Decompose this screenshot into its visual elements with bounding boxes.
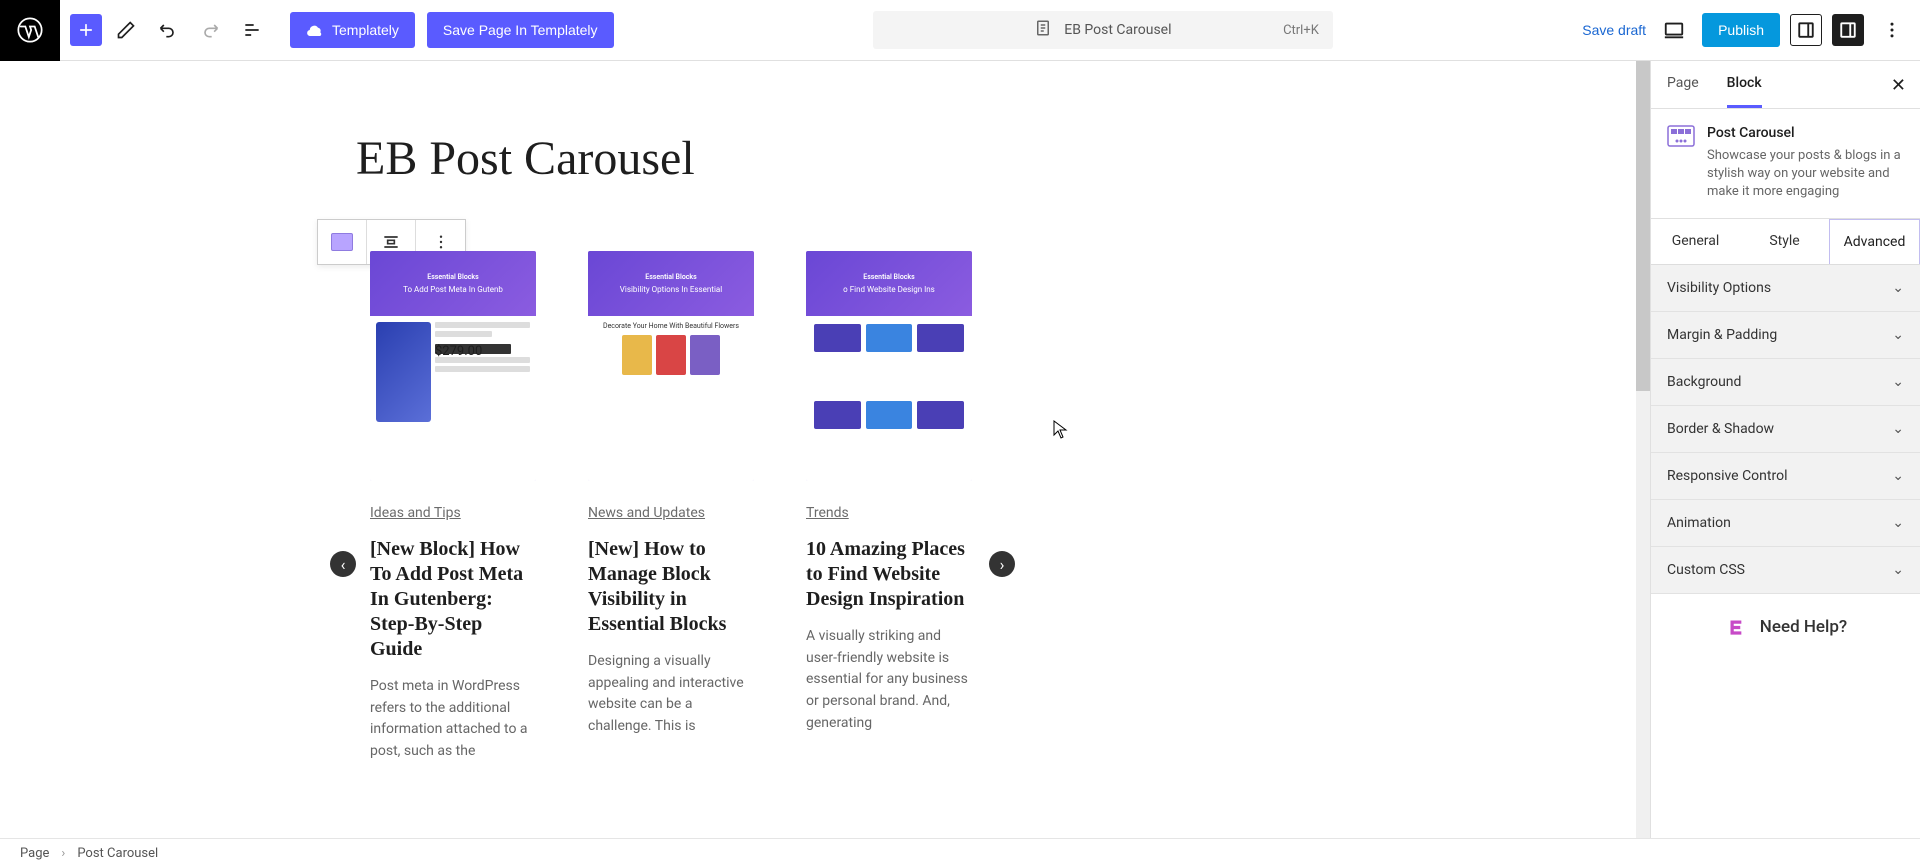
carousel-card: Essential BlocksTo Add Post Meta In Gute… — [370, 251, 536, 763]
card-category-link[interactable]: Ideas and Tips — [370, 505, 461, 521]
add-block-button[interactable] — [70, 14, 102, 46]
carousel-prev-button[interactable]: ‹ — [330, 551, 356, 577]
chevron-down-icon: ⌄ — [1892, 562, 1904, 578]
sidebar-tab-page[interactable]: Page — [1667, 61, 1699, 108]
breadcrumb: Page › Post Carousel — [0, 838, 1920, 868]
more-options-button[interactable] — [1874, 12, 1910, 48]
block-info: Post Carousel Showcase your posts & blog… — [1651, 109, 1920, 219]
templately-button[interactable]: Templately — [290, 12, 415, 48]
undo-button[interactable] — [150, 12, 186, 48]
card-category-link[interactable]: News and Updates — [588, 505, 705, 521]
subtab-advanced[interactable]: Advanced — [1829, 219, 1920, 264]
block-settings-subtabs: General Style Advanced — [1651, 219, 1920, 265]
chevron-down-icon: ⌄ — [1892, 468, 1904, 484]
carousel-next-button[interactable]: › — [989, 551, 1015, 577]
cloud-icon — [306, 21, 324, 39]
card-title: 10 Amazing Places to Find Website Design… — [806, 537, 972, 612]
sidebar-close-button[interactable]: ✕ — [1891, 75, 1906, 96]
page-title[interactable]: EB Post Carousel — [356, 131, 1610, 186]
card-excerpt: Designing a visually appealing and inter… — [588, 651, 754, 738]
card-excerpt: Post meta in WordPress refers to the add… — [370, 676, 536, 763]
save-draft-button[interactable]: Save draft — [1582, 22, 1646, 38]
eb-panel-button[interactable] — [1790, 14, 1822, 46]
card-thumbnail: Essential BlocksTo Add Post Meta In Gute… — [370, 251, 536, 481]
canvas-scrollbar[interactable] — [1636, 61, 1650, 838]
document-title-bar[interactable]: EB Post Carousel Ctrl+K — [873, 11, 1333, 49]
breadcrumb-block[interactable]: Post Carousel — [77, 846, 158, 861]
card-thumbnail: Essential BlocksVisibility Options In Es… — [588, 251, 754, 481]
panel-responsive-control[interactable]: Responsive Control⌄ — [1651, 453, 1920, 500]
edit-mode-button[interactable] — [108, 12, 144, 48]
redo-button[interactable] — [192, 12, 228, 48]
block-description: Showcase your posts & blogs in a stylish… — [1707, 147, 1904, 202]
card-title: [New Block] How To Add Post Meta In Gute… — [370, 537, 536, 662]
publish-button[interactable]: Publish — [1702, 13, 1780, 47]
chevron-down-icon: ⌄ — [1892, 515, 1904, 531]
card-excerpt: A visually striking and user-friendly we… — [806, 626, 972, 734]
post-carousel-icon — [1667, 125, 1695, 147]
chevron-down-icon: ⌄ — [1892, 327, 1904, 343]
wordpress-logo[interactable] — [0, 0, 60, 61]
sidebar-tab-block[interactable]: Block — [1727, 61, 1762, 108]
need-help-link[interactable]: Need Help? — [1651, 594, 1920, 660]
templately-label: Templately — [332, 22, 399, 38]
chevron-right-icon: › — [61, 846, 65, 861]
breadcrumb-page[interactable]: Page — [20, 846, 49, 861]
panel-custom-css[interactable]: Custom CSS⌄ — [1651, 547, 1920, 594]
panel-background[interactable]: Background⌄ — [1651, 359, 1920, 406]
panel-visibility-options[interactable]: Visibility Options⌄ — [1651, 265, 1920, 312]
document-overview-button[interactable] — [234, 12, 270, 48]
eb-logo-icon — [1724, 614, 1750, 640]
block-name: Post Carousel — [1707, 125, 1904, 141]
panel-margin-padding[interactable]: Margin & Padding⌄ — [1651, 312, 1920, 359]
shortcut-hint: Ctrl+K — [1283, 23, 1319, 38]
carousel-icon — [331, 233, 353, 251]
chevron-down-icon: ⌄ — [1892, 374, 1904, 390]
document-icon — [1034, 19, 1052, 41]
chevron-down-icon: ⌄ — [1892, 421, 1904, 437]
settings-sidebar: Page Block ✕ Post Carousel Showcase your… — [1650, 61, 1920, 838]
save-page-label: Save Page In Templately — [443, 22, 598, 38]
carousel-card: Essential BlocksVisibility Options In Es… — [588, 251, 754, 763]
panel-animation[interactable]: Animation⌄ — [1651, 500, 1920, 547]
subtab-style[interactable]: Style — [1740, 219, 1829, 264]
card-thumbnail: Essential Blockso Find Website Design In… — [806, 251, 972, 481]
card-title: [New] How to Manage Block Visibility in … — [588, 537, 754, 637]
chevron-down-icon: ⌄ — [1892, 280, 1904, 296]
settings-panel-button[interactable] — [1832, 14, 1864, 46]
editor-canvas[interactable]: EB Post Carousel ‹ › Essential BlocksTo … — [0, 61, 1650, 838]
top-toolbar: Templately Save Page In Templately EB Po… — [0, 0, 1920, 61]
advanced-panels: Visibility Options⌄ Margin & Padding⌄ Ba… — [1651, 265, 1920, 594]
carousel-card: Essential Blockso Find Website Design In… — [806, 251, 972, 763]
document-title-text: EB Post Carousel — [1064, 22, 1171, 38]
preview-device-button[interactable] — [1656, 12, 1692, 48]
need-help-label: Need Help? — [1760, 617, 1847, 637]
save-page-templately-button[interactable]: Save Page In Templately — [427, 12, 614, 48]
panel-border-shadow[interactable]: Border & Shadow⌄ — [1651, 406, 1920, 453]
card-category-link[interactable]: Trends — [806, 505, 849, 521]
post-carousel-block[interactable]: ‹ › Essential BlocksTo Add Post Meta In … — [330, 251, 1030, 763]
subtab-general[interactable]: General — [1651, 219, 1740, 264]
